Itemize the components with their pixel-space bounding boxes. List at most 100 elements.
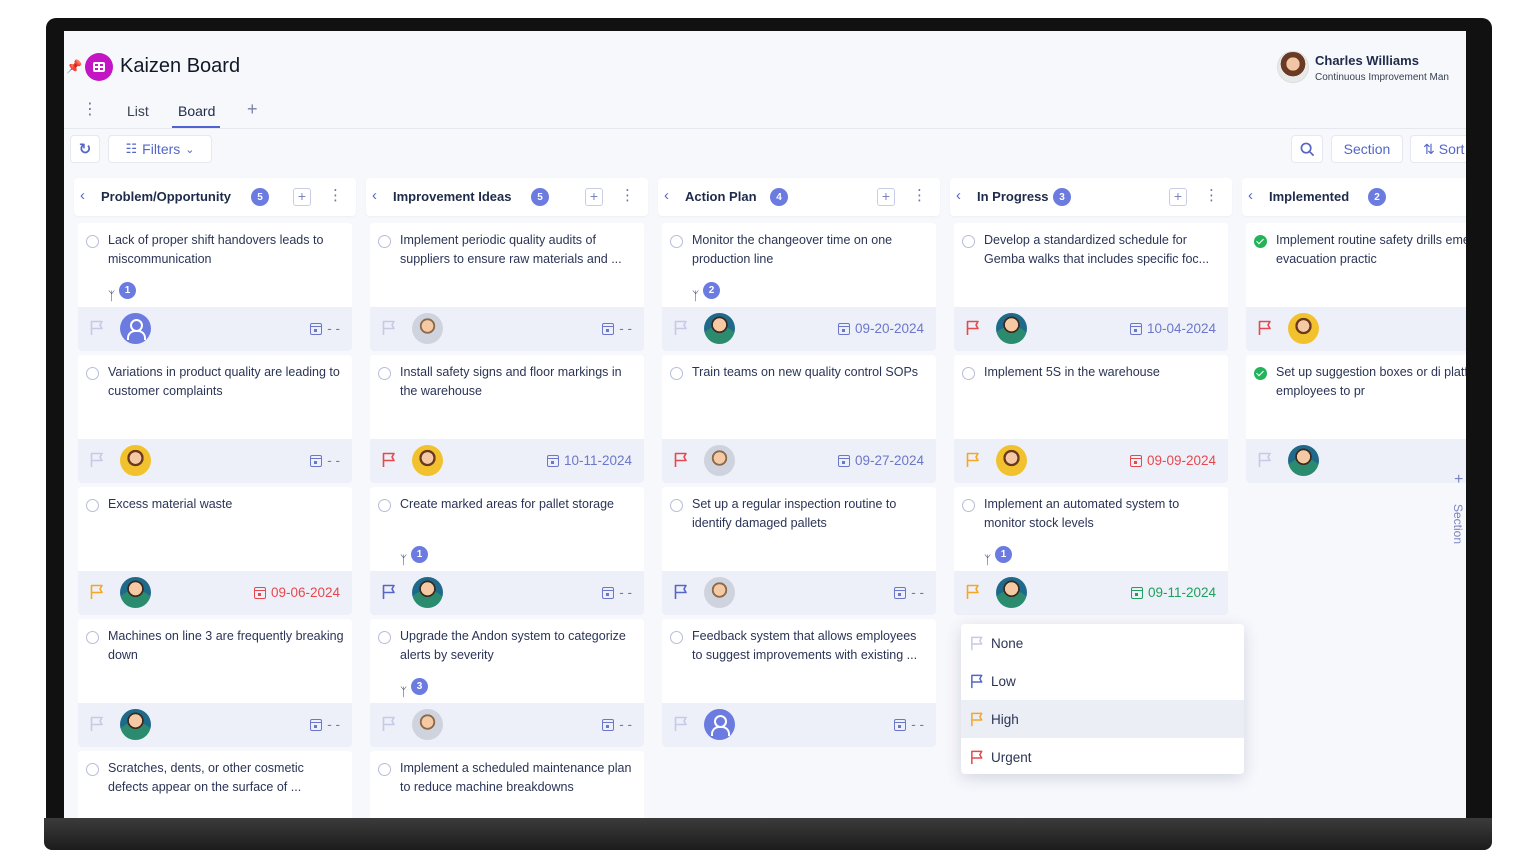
- complete-check-icon[interactable]: [378, 499, 391, 512]
- task-card[interactable]: Scratches, dents, or other cosmetic defe…: [78, 751, 352, 818]
- assignee-avatar[interactable]: [704, 577, 735, 608]
- assignee-avatar[interactable]: [1288, 313, 1319, 344]
- priority-flag-button[interactable]: [1258, 320, 1272, 336]
- complete-check-icon[interactable]: [86, 631, 99, 644]
- assignee-avatar[interactable]: [996, 313, 1027, 344]
- complete-check-icon[interactable]: [670, 631, 683, 644]
- assignee-avatar[interactable]: [412, 577, 443, 608]
- assignee-avatar[interactable]: [120, 709, 151, 740]
- priority-flag-button[interactable]: [382, 584, 396, 600]
- priority-option-none[interactable]: None: [961, 624, 1244, 662]
- complete-check-icon[interactable]: [378, 367, 391, 380]
- completed-check-icon[interactable]: [1254, 235, 1267, 248]
- add-view-icon[interactable]: +: [247, 99, 258, 120]
- column-menu-icon[interactable]: ⋮: [328, 186, 343, 204]
- assignee-avatar[interactable]: [996, 445, 1027, 476]
- due-date[interactable]: - -: [602, 321, 632, 336]
- priority-flag-button[interactable]: [382, 452, 396, 468]
- task-card[interactable]: Set up a regular inspection routine to i…: [662, 487, 936, 615]
- priority-flag-button[interactable]: [1258, 452, 1272, 468]
- task-card[interactable]: Install safety signs and floor markings …: [370, 355, 644, 483]
- task-card[interactable]: Train teams on new quality control SOPs 0…: [662, 355, 936, 483]
- task-card[interactable]: Machines on line 3 are frequently breaki…: [78, 619, 352, 747]
- user-profile[interactable]: Charles Williams Continuous Improvement …: [1277, 51, 1449, 83]
- subtask-icon[interactable]: ᛉ: [692, 289, 699, 303]
- due-date[interactable]: 09-11-2024: [1130, 585, 1216, 600]
- add-card-button[interactable]: +: [585, 188, 603, 206]
- assignee-avatar[interactable]: [412, 313, 443, 344]
- sort-button[interactable]: ⇅ Sort: [1410, 135, 1466, 163]
- complete-check-icon[interactable]: [962, 367, 975, 380]
- task-card[interactable]: Lack of proper shift handovers leads to …: [78, 223, 352, 351]
- column-menu-icon[interactable]: ⋮: [1204, 186, 1219, 204]
- task-card[interactable]: Implement 5S in the warehouse 09-09-2024: [954, 355, 1228, 483]
- search-button[interactable]: [1291, 135, 1323, 163]
- priority-flag-button[interactable]: [90, 320, 104, 336]
- complete-check-icon[interactable]: [86, 499, 99, 512]
- priority-flag-button[interactable]: [90, 584, 104, 600]
- due-date[interactable]: - -: [602, 717, 632, 732]
- pin-icon[interactable]: 📌: [66, 59, 82, 75]
- priority-flag-button[interactable]: [674, 584, 688, 600]
- completed-check-icon[interactable]: [1254, 367, 1267, 380]
- complete-check-icon[interactable]: [670, 499, 683, 512]
- priority-flag-button[interactable]: [966, 452, 980, 468]
- priority-flag-button[interactable]: [382, 320, 396, 336]
- task-card[interactable]: Excess material waste 09-06-2024: [78, 487, 352, 615]
- complete-check-icon[interactable]: [670, 367, 683, 380]
- collapse-chevron-icon[interactable]: ‹: [1248, 187, 1253, 204]
- add-section-side[interactable]: + Section: [1451, 461, 1466, 561]
- task-card[interactable]: Implement a scheduled maintenance plan t…: [370, 751, 644, 818]
- assignee-avatar[interactable]: [1288, 445, 1319, 476]
- due-date[interactable]: - -: [310, 717, 340, 732]
- complete-check-icon[interactable]: [86, 763, 99, 776]
- due-date[interactable]: - -: [310, 321, 340, 336]
- priority-option-urgent[interactable]: Urgent: [961, 738, 1244, 776]
- user-avatar[interactable]: [1277, 51, 1309, 83]
- task-card[interactable]: Monitor the changeover time on one produ…: [662, 223, 936, 351]
- assignee-avatar[interactable]: [120, 445, 151, 476]
- assignee-avatar[interactable]: [120, 577, 151, 608]
- due-date[interactable]: 09-20-2024: [837, 321, 924, 336]
- subtask-icon[interactable]: ᛉ: [984, 553, 991, 567]
- add-card-button[interactable]: +: [877, 188, 895, 206]
- task-card[interactable]: Develop a standardized schedule for Gemb…: [954, 223, 1228, 351]
- priority-flag-button[interactable]: [382, 716, 396, 732]
- add-section-icon[interactable]: +: [1454, 471, 1463, 489]
- filters-button[interactable]: ☷ Filters ⌄: [108, 135, 212, 163]
- assignee-avatar[interactable]: [704, 709, 735, 740]
- due-date[interactable]: - -: [894, 717, 924, 732]
- add-card-button[interactable]: +: [1169, 188, 1187, 206]
- assignee-avatar[interactable]: [704, 313, 735, 344]
- complete-check-icon[interactable]: [962, 499, 975, 512]
- section-button[interactable]: Section: [1331, 135, 1403, 163]
- complete-check-icon[interactable]: [86, 367, 99, 380]
- task-card[interactable]: Implement an automated system to monitor…: [954, 487, 1228, 615]
- assignee-avatar[interactable]: [412, 445, 443, 476]
- task-card[interactable]: Upgrade the Andon system to categorize a…: [370, 619, 644, 747]
- priority-flag-button[interactable]: [966, 584, 980, 600]
- priority-flag-button[interactable]: [90, 716, 104, 732]
- assignee-avatar[interactable]: [120, 313, 151, 344]
- refresh-button[interactable]: ↻: [70, 135, 100, 163]
- collapse-chevron-icon[interactable]: ‹: [664, 187, 669, 204]
- complete-check-icon[interactable]: [378, 763, 391, 776]
- priority-option-low[interactable]: Low: [961, 662, 1244, 700]
- task-card[interactable]: Implement periodic quality audits of sup…: [370, 223, 644, 351]
- assignee-avatar[interactable]: [412, 709, 443, 740]
- tab-board[interactable]: Board: [178, 103, 215, 119]
- priority-flag-button[interactable]: [90, 452, 104, 468]
- task-card[interactable]: Set up suggestion boxes or di platforms …: [1246, 355, 1466, 483]
- task-card[interactable]: Variations in product quality are leadin…: [78, 355, 352, 483]
- complete-check-icon[interactable]: [378, 631, 391, 644]
- priority-flag-button[interactable]: [674, 452, 688, 468]
- priority-flag-button[interactable]: [674, 320, 688, 336]
- complete-check-icon[interactable]: [378, 235, 391, 248]
- column-menu-icon[interactable]: ⋮: [912, 186, 927, 204]
- column-menu-icon[interactable]: ⋮: [620, 186, 635, 204]
- priority-flag-button[interactable]: [674, 716, 688, 732]
- complete-check-icon[interactable]: [86, 235, 99, 248]
- task-card[interactable]: Create marked areas for pallet storage ᛉ 1…: [370, 487, 644, 615]
- task-card[interactable]: Implement routine safety drills emergenc…: [1246, 223, 1466, 351]
- more-vertical-icon[interactable]: ⋮: [82, 102, 98, 118]
